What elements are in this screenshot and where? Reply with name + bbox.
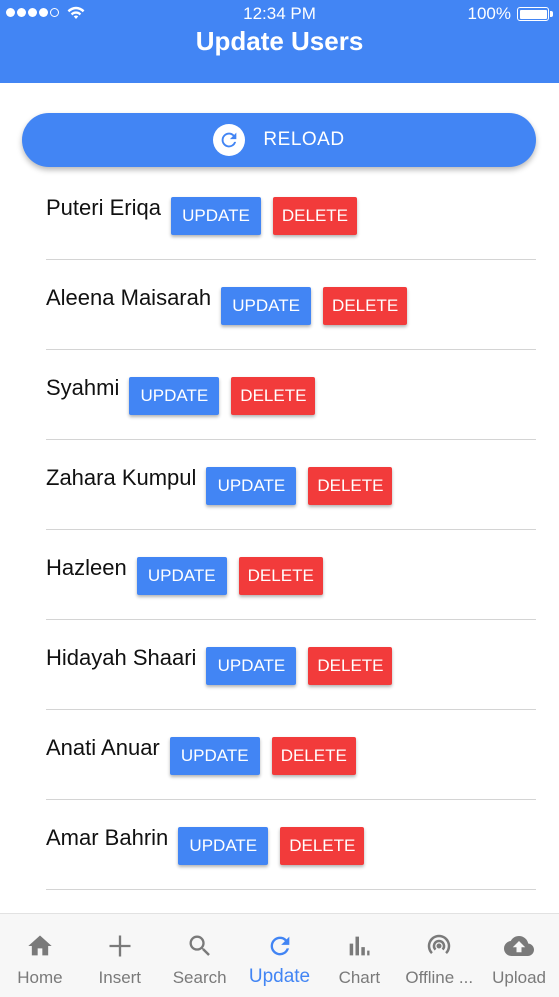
tab-label: Chart [338, 968, 381, 987]
page-title: Update Users [195, 26, 364, 56]
battery-cap [550, 11, 553, 17]
list-item: Puteri Eriqa UPDATE DELETE [46, 170, 536, 260]
tab-search[interactable]: Search [160, 914, 240, 997]
list-item-content: Puteri Eriqa UPDATE DELETE [46, 196, 357, 235]
list-item-content: Amar Bahrin UPDATE DELETE [46, 825, 365, 865]
plus-icon [106, 930, 134, 962]
list-item-content: Hazleen UPDATE DELETE [46, 556, 323, 595]
update-button[interactable]: UPDATE [129, 377, 220, 415]
user-name: Zahara Kumpul [46, 465, 197, 490]
tab-upload[interactable]: Upload [479, 914, 559, 997]
update-button[interactable]: UPDATE [136, 557, 227, 595]
list-item-content: Syahmi UPDATE DELETE [46, 375, 316, 415]
update-button[interactable]: UPDATE [221, 287, 312, 325]
tab-update[interactable]: Update [240, 914, 320, 997]
reload-label: RELOAD [263, 129, 345, 150]
bar-chart-icon [345, 930, 373, 962]
update-button[interactable]: UPDATE [169, 737, 260, 775]
list-item: Hidayah Shaari UPDATE DELETE [46, 620, 536, 710]
broadcast-icon [424, 930, 454, 962]
battery-icon [517, 7, 549, 21]
user-name: Hazleen [46, 555, 127, 580]
tab-offline[interactable]: Offline ... [399, 914, 479, 997]
refresh-icon [266, 930, 294, 962]
tab-label: Insert [98, 968, 142, 987]
delete-button[interactable]: DELETE [238, 557, 323, 595]
update-button[interactable]: UPDATE [206, 647, 297, 685]
user-name: Hidayah Shaari [46, 645, 197, 670]
list-item: Hazleen UPDATE DELETE [46, 530, 536, 620]
delete-button[interactable]: DELETE [280, 827, 365, 865]
tab-chart[interactable]: Chart [319, 914, 399, 997]
delete-button[interactable]: DELETE [272, 197, 357, 235]
list-item: Zahara Kumpul UPDATE DELETE [46, 440, 536, 530]
user-name: Syahmi [46, 375, 120, 400]
list-item: Aleena Maisarah UPDATE DELETE [46, 260, 536, 350]
delete-button[interactable]: DELETE [231, 377, 316, 415]
delete-button[interactable]: DELETE [308, 647, 393, 685]
tab-label: Search [172, 968, 227, 987]
tab-insert[interactable]: Insert [80, 914, 160, 997]
delete-button[interactable]: DELETE [308, 467, 393, 505]
tab-label: Update [248, 966, 311, 987]
list-item-content: Zahara Kumpul UPDATE DELETE [46, 465, 393, 505]
list-item: Syahmi UPDATE DELETE [46, 350, 536, 440]
status-bar: 12:34 PM 100% [0, 4, 559, 26]
tab-label: Home [17, 968, 63, 987]
user-name: Anati Anuar [46, 735, 160, 760]
update-button[interactable]: UPDATE [178, 827, 269, 865]
update-button[interactable]: UPDATE [170, 197, 261, 235]
list-item-content: Aleena Maisarah UPDATE DELETE [46, 285, 408, 325]
list-item: Anati Anuar UPDATE DELETE [46, 710, 536, 800]
home-icon [25, 930, 55, 962]
cloud-upload-icon [503, 930, 535, 962]
delete-button[interactable]: DELETE [271, 737, 356, 775]
list-item: Amar Bahrin UPDATE DELETE [46, 800, 536, 890]
tab-label: Upload [492, 968, 547, 987]
app-header: 12:34 PM 100% Update Users [0, 0, 559, 83]
tab-label: Offline ... [405, 968, 474, 987]
reload-button[interactable]: RELOAD [22, 113, 536, 167]
refresh-icon [213, 124, 246, 156]
list-item-content: Anati Anuar UPDATE DELETE [46, 736, 356, 775]
bottom-tab-bar: Home Insert Search Update Chart Offline ... Up… [0, 913, 559, 997]
user-name: Puteri Eriqa [46, 195, 161, 220]
user-name: Aleena Maisarah [46, 285, 212, 310]
battery-percentage: 100% [467, 4, 511, 23]
user-list: Puteri Eriqa UPDATE DELETE Aleena Maisarah U… [46, 170, 536, 890]
user-name: Amar Bahrin [46, 825, 169, 850]
tab-home[interactable]: Home [0, 914, 80, 997]
search-icon [186, 930, 214, 962]
delete-button[interactable]: DELETE [323, 287, 408, 325]
list-item-content: Hidayah Shaari UPDATE DELETE [46, 645, 393, 685]
update-button[interactable]: UPDATE [206, 467, 297, 505]
app-screen: 12:34 PM 100% Update Users RELOAD Puteri… [0, 0, 559, 997]
